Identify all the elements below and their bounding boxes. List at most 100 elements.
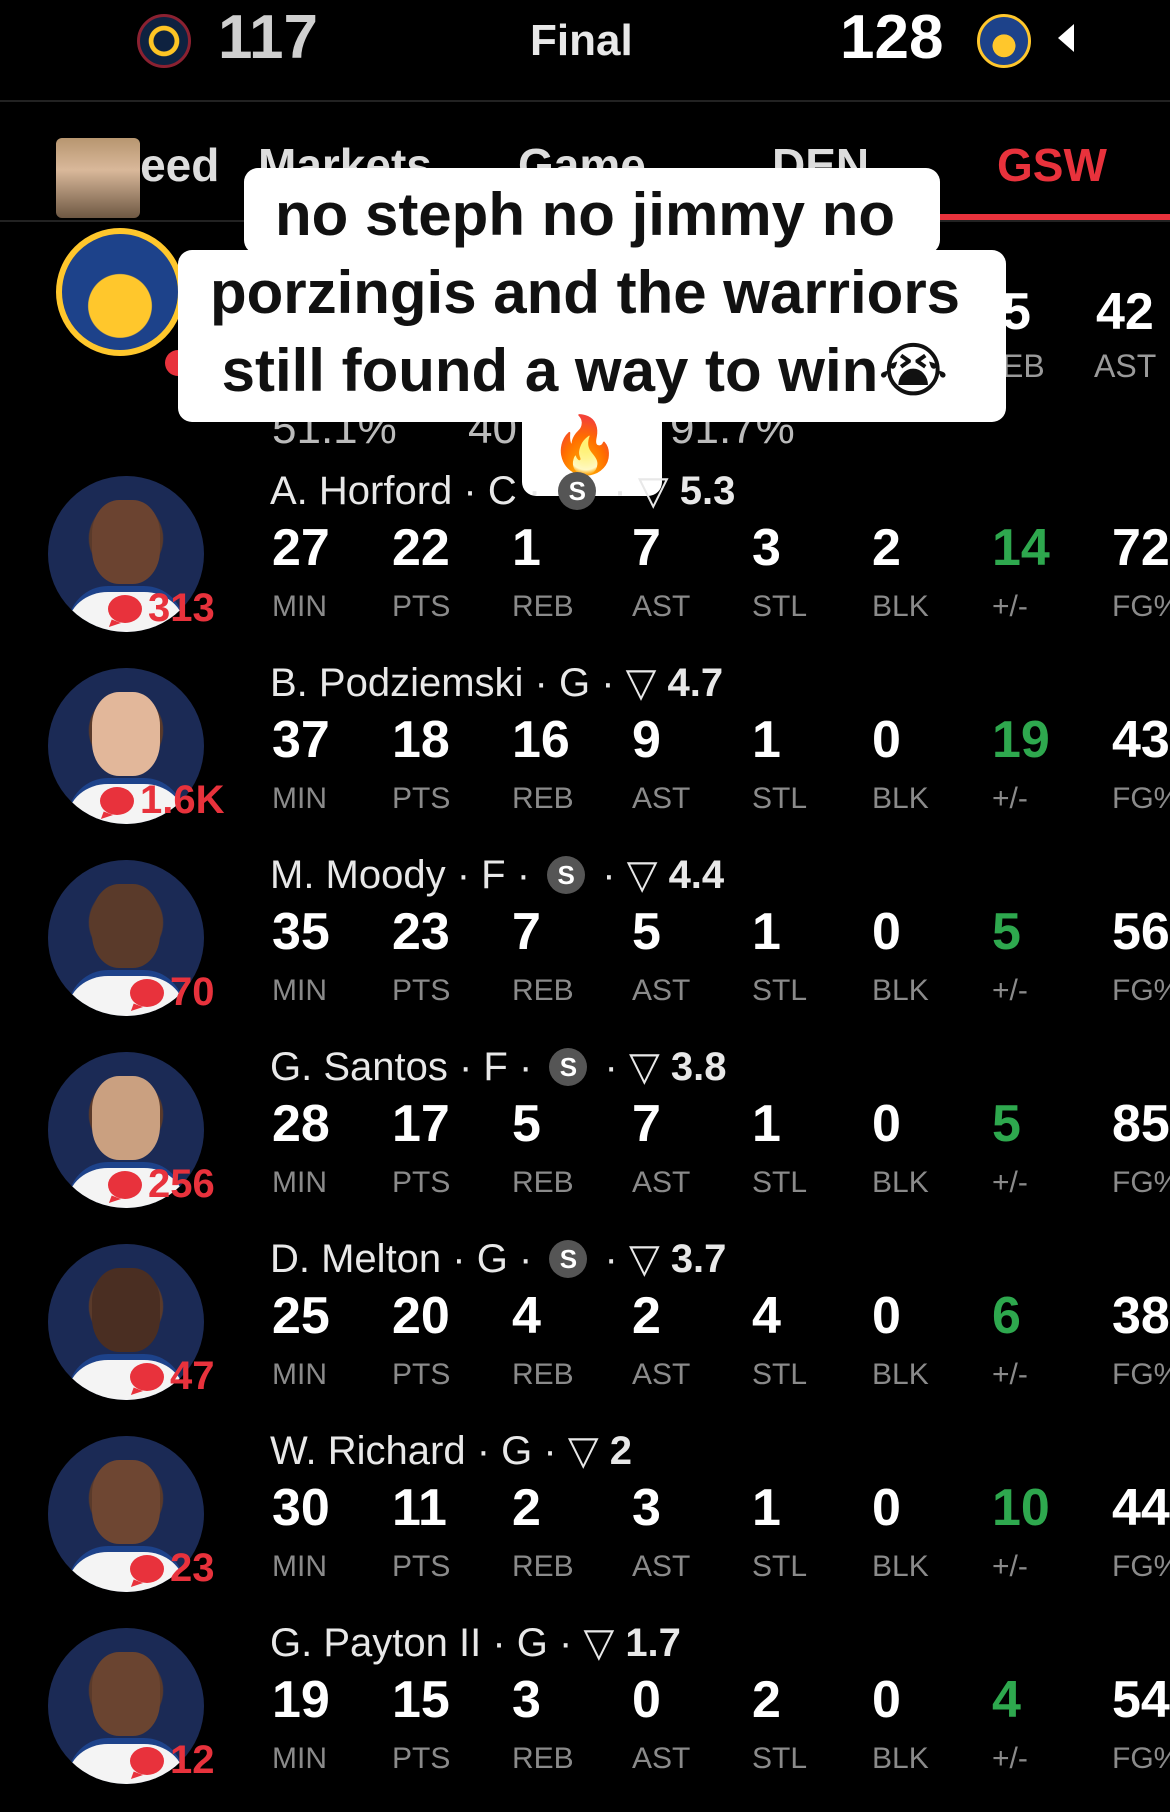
stat-min-value: 25 [272,1287,330,1345]
stat-fg-label: FG% [1112,1166,1170,1199]
stat-reb-value: 4 [512,1287,541,1345]
player-row[interactable]: 313 A. Horford · C · S · ▽ 5.3 27 MIN 22 PTS 1… [0,468,1170,660]
player-position: F [481,852,506,897]
comment-icon [130,1746,164,1775]
stat-fg-value: 72 [1112,519,1170,577]
stat-reb-label: REB [512,782,574,815]
comment-count: 70 [170,970,215,1014]
comment-count: 313 [148,586,215,630]
caption-line: still found a way to win😭 [221,337,949,404]
player-name-line[interactable]: G. Santos · F · S · ▽ 3.8 [270,1044,726,1090]
stat-pts-value: 18 [392,711,450,769]
stat-ast-value: 7 [632,1095,661,1153]
stat-pm-label: +/- [992,590,1028,623]
player-row[interactable]: 256 G. Santos · F · S · ▽ 3.8 28 MIN 17 PTS 5 R… [0,1044,1170,1236]
stat-ast-label: AST [632,782,691,815]
player-name-line[interactable]: D. Melton · G · S · ▽ 3.7 [270,1236,726,1282]
stat-blk-value: 0 [872,1095,901,1153]
stat-stl-label: STL [752,1742,808,1775]
player-name-line[interactable]: W. Richard · G · ▽ 2 [270,1428,632,1474]
player-face [92,1076,160,1160]
starter-badge: S [549,1048,588,1086]
separator: · [591,852,627,897]
stat-stl-label: STL [752,974,808,1007]
player-row[interactable]: 23 W. Richard · G · ▽ 2 30 MIN 11 PTS 2 REB 3 AST… [0,1428,1170,1620]
separator: · [507,1044,544,1089]
separator: · [547,1620,584,1665]
stat-blk-value: 0 [872,1479,901,1537]
player-name-line[interactable]: G. Payton II · G · ▽ 1.7 [270,1620,681,1666]
stat-pts-label: PTS [392,1550,451,1583]
stat-ast-label: AST [632,974,691,1007]
separator: · [481,1620,517,1665]
player-row[interactable]: 47 D. Melton · G · S · ▽ 3.7 25 MIN 20 PTS 4 RE… [0,1236,1170,1428]
comment-count: 47 [170,1354,215,1398]
caption-line: no steph no jimmy no [274,181,895,248]
stat-blk-value: 2 [872,519,901,577]
player-name-line[interactable]: B. Podziemski · G · ▽ 4.7 [270,660,723,706]
rating-icon: ▽ [628,1045,671,1089]
player-name-line[interactable]: A. Horford · C · S · ▽ 5.3 [270,468,735,514]
comment-count-badge[interactable]: 47 [130,1354,215,1399]
separator: · [505,852,542,897]
warriors-logo-icon[interactable] [977,14,1031,68]
player-name: B. Podziemski [270,660,524,705]
stat-pm-value: 5 [992,1095,1021,1153]
player-row[interactable]: 12 G. Payton II · G · ▽ 1.7 19 MIN 15 PTS 3 REB… [0,1620,1170,1812]
stat-ast-label: AST [632,1550,691,1583]
stat-min-value: 19 [272,1671,330,1729]
comment-count-badge[interactable]: 256 [108,1162,215,1207]
player-rating: 4.7 [667,660,724,705]
player-rating: 2 [609,1428,632,1473]
separator: · [445,852,482,897]
stat-blk-label: BLK [872,590,929,623]
player-name-line[interactable]: M. Moody · F · S · ▽ 4.4 [270,852,724,898]
separator: · [602,468,638,513]
player-position: G [516,1620,548,1665]
score-header: 117 Final 128 [0,0,1170,102]
comment-count-badge[interactable]: 1.6K [100,778,225,823]
caption-line: porzingis and the warriors [209,259,961,326]
stat-reb-value: 5 [512,1095,541,1153]
rating-icon: ▽ [583,1621,626,1665]
stat-pts-value: 23 [392,903,450,961]
stat-min-label: MIN [272,1166,327,1199]
comment-count-badge[interactable]: 70 [130,970,215,1015]
player-face [92,692,160,776]
stat-blk-label: BLK [872,1550,929,1583]
comment-count-badge[interactable]: 313 [108,586,215,631]
player-name: D. Melton [270,1236,442,1281]
stat-fg-label: FG% [1112,782,1170,815]
player-row[interactable]: 1.6K B. Podziemski · G · ▽ 4.7 37 MIN 18 PTS 1… [0,660,1170,852]
player-position: G [558,660,591,705]
stat-pm-value: 5 [992,903,1021,961]
rating-icon: ▽ [625,661,668,705]
stat-pm-value: 4 [992,1671,1021,1729]
stat-reb-label: REB [512,1166,574,1199]
player-rating: 3.8 [670,1044,727,1089]
stat-pts-value: 20 [392,1287,450,1345]
stat-fg-value: 38 [1112,1287,1170,1345]
away-score: 117 [218,3,319,72]
comment-count: 1.6K [140,778,225,822]
stat-min-value: 37 [272,711,330,769]
stat-pts-value: 22 [392,519,450,577]
nuggets-logo-icon[interactable] [137,14,191,68]
comment-count-badge[interactable]: 23 [130,1546,215,1591]
stat-pts-value: 17 [392,1095,450,1153]
stat-min-label: MIN [272,782,327,815]
stat-ast-label: AST [632,1358,691,1391]
separator: · [447,1044,484,1089]
comment-count-badge[interactable]: 12 [130,1738,215,1783]
player-rating: 5.3 [679,468,736,513]
stat-stl-label: STL [752,1358,808,1391]
separator: · [532,1428,568,1473]
player-rating: 4.4 [668,852,725,897]
stat-ast-value: 0 [632,1671,661,1729]
comment-count: 23 [170,1546,215,1590]
player-name: G. Payton II [270,1620,482,1665]
player-row[interactable]: 70 M. Moody · F · S · ▽ 4.4 35 MIN 23 PTS 7 REB… [0,852,1170,1044]
player-face [92,1652,160,1736]
stat-reb-value: 7 [512,903,541,961]
stat-ast-value: 5 [632,903,661,961]
